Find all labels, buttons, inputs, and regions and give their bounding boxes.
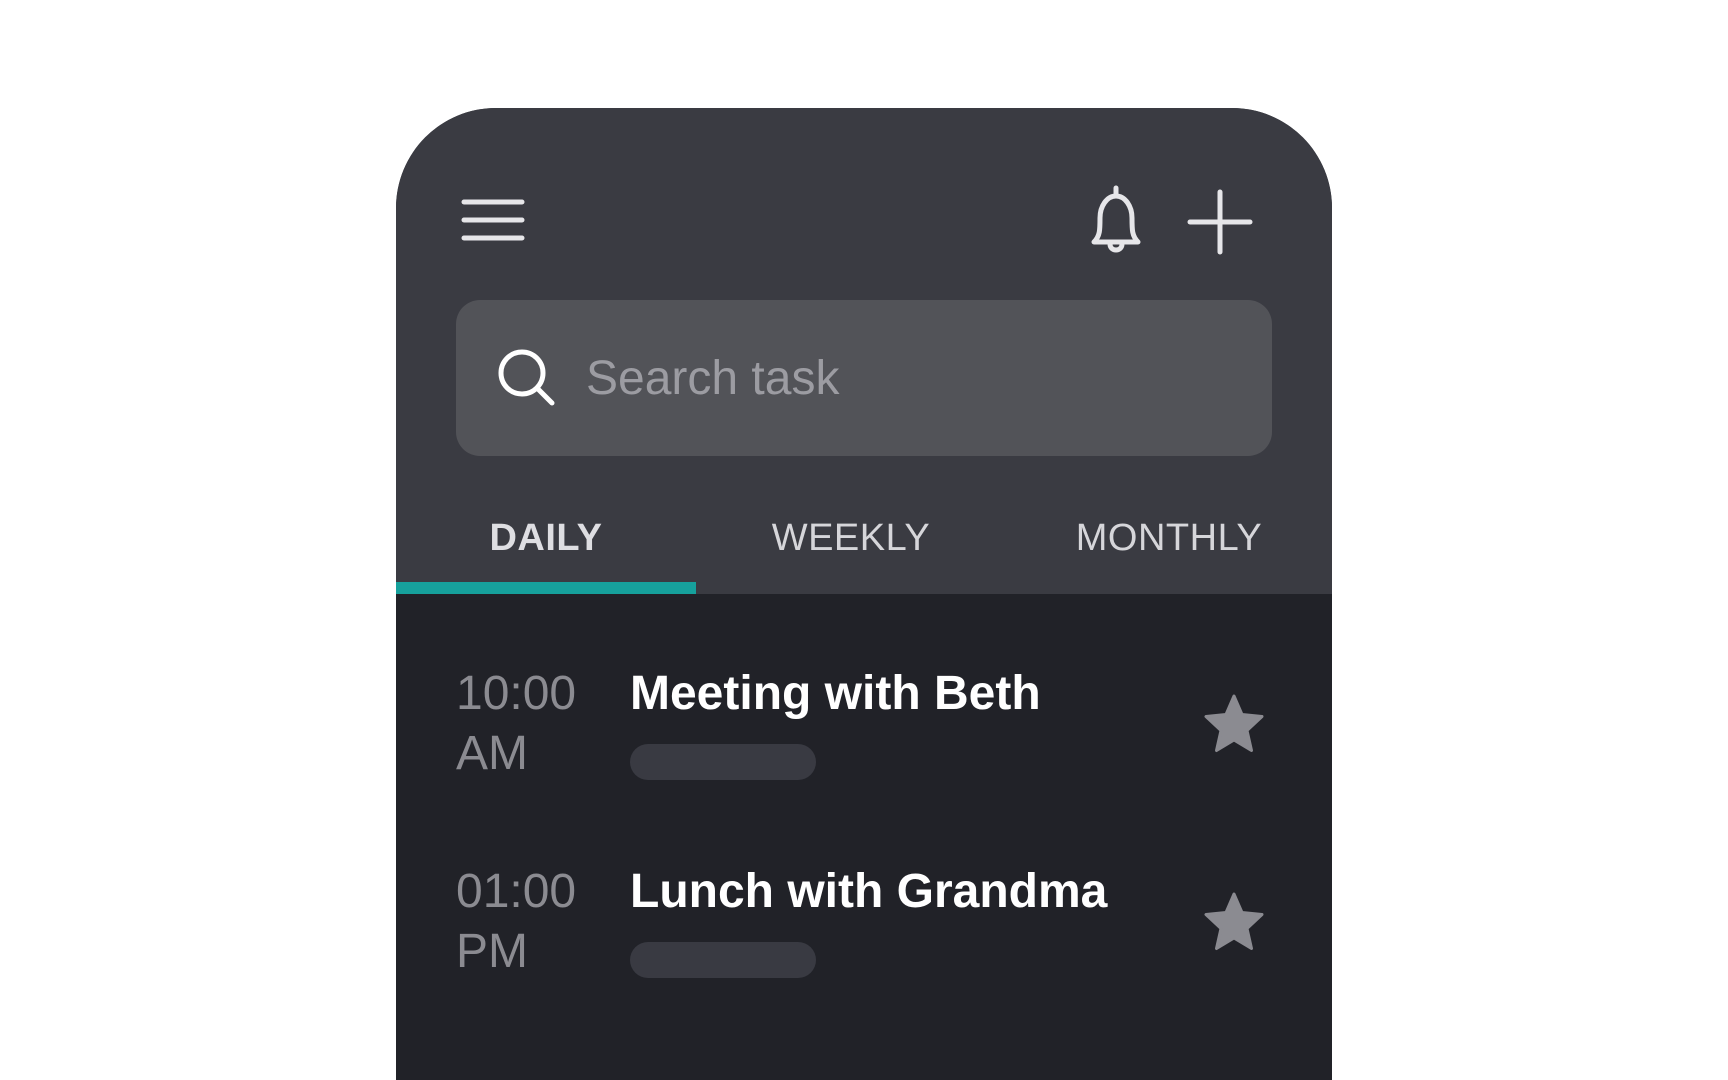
app-header: DAILY WEEKLY MONTHLY — [396, 108, 1332, 594]
task-time: 10:00 AM — [456, 664, 596, 784]
menu-button[interactable] — [460, 190, 526, 250]
star-icon — [1204, 694, 1264, 752]
star-icon — [1204, 892, 1264, 950]
search-bar — [456, 300, 1272, 456]
task-title: Lunch with Grandma — [630, 865, 1108, 918]
phone-frame: DAILY WEEKLY MONTHLY 10:00 AM Meeting wi… — [396, 108, 1332, 1080]
task-time: 01:00 PM — [456, 862, 596, 982]
list-item[interactable]: 10:00 AM Meeting with Beth — [396, 664, 1332, 824]
task-time-period: PM — [456, 925, 528, 978]
star-button[interactable] — [1202, 692, 1266, 756]
task-title: Meeting with Beth — [630, 667, 1041, 720]
plus-icon — [1187, 189, 1253, 255]
tab-monthly[interactable]: MONTHLY — [1006, 498, 1332, 578]
add-task-button[interactable] — [1186, 188, 1254, 256]
task-list: 10:00 AM Meeting with Beth 01:00 PM Lunc… — [396, 594, 1332, 1080]
task-time-value: 01:00 — [456, 865, 577, 918]
star-button[interactable] — [1202, 890, 1266, 954]
task-time-value: 10:00 — [456, 667, 577, 720]
notifications-button[interactable] — [1084, 184, 1148, 260]
task-tag-placeholder — [630, 942, 816, 978]
hamburger-menu-icon — [461, 199, 525, 241]
search-input[interactable] — [586, 338, 1272, 418]
task-time-period: AM — [456, 727, 528, 780]
bell-icon — [1091, 185, 1141, 253]
task-tag-placeholder — [630, 744, 816, 780]
tab-weekly[interactable]: WEEKLY — [696, 498, 1006, 578]
list-item[interactable]: 01:00 PM Lunch with Grandma — [396, 862, 1332, 1022]
tab-daily[interactable]: DAILY — [396, 498, 696, 578]
active-tab-indicator — [396, 582, 696, 594]
search-icon — [496, 347, 558, 409]
